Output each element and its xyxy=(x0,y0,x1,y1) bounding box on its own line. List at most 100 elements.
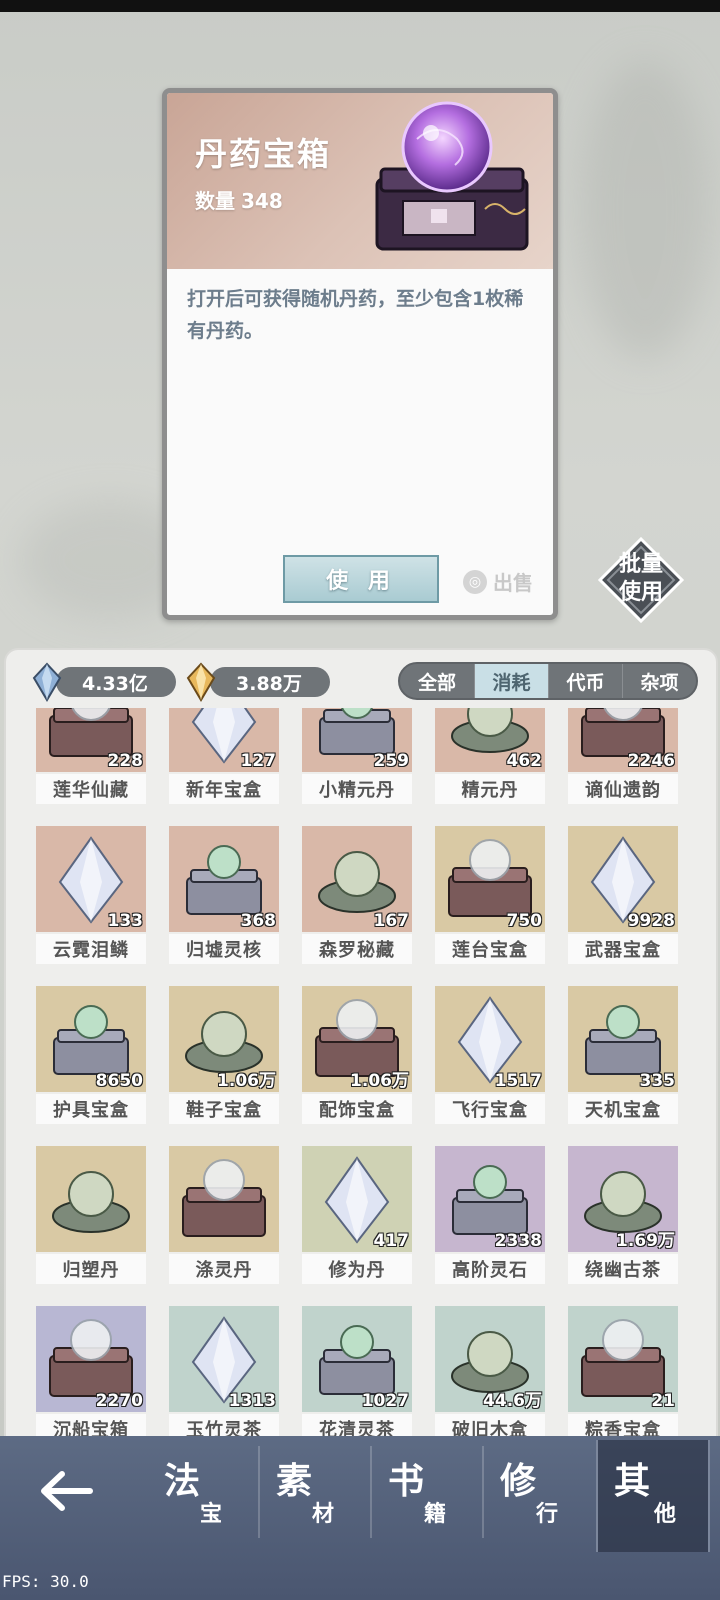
item-slot[interactable]: 259 小精元丹 xyxy=(302,708,412,804)
background-ink-wash xyxy=(580,60,710,360)
nav-tab-big: 修 xyxy=(500,1461,537,1502)
item-slot[interactable]: 1.06万 鞋子宝盒 xyxy=(169,986,279,1124)
item-slot[interactable]: 2246 谪仙遗韵 xyxy=(568,708,678,804)
nav-divider xyxy=(370,1446,372,1538)
batch-use-button[interactable]: 批量 使用 xyxy=(598,537,684,623)
item-slot[interactable]: 127 新年宝盒 xyxy=(169,708,279,804)
nav-tab-small: 行 xyxy=(536,1502,559,1527)
item-image: 44.6万 xyxy=(435,1306,545,1412)
currency-value: 4.33亿 xyxy=(56,667,176,697)
filter-tabs: 全部 消耗 代币 杂项 xyxy=(398,662,698,700)
item-slot[interactable]: 228 莲华仙藏 xyxy=(36,708,146,804)
item-count: 9928 xyxy=(627,911,675,931)
item-image: 127 xyxy=(169,708,279,772)
nav-tab-small: 材 xyxy=(312,1502,335,1527)
sell-button[interactable]: ◎ 出售 xyxy=(463,567,533,596)
item-slot[interactable]: 750 莲台宝盒 xyxy=(435,826,545,964)
item-slot[interactable]: 8650 护具宝盒 xyxy=(36,986,146,1124)
item-slot[interactable]: 462 精元丹 xyxy=(435,708,545,804)
item-grid: 228 莲华仙藏 127 新年宝盒 259 小精元丹 462 精元丹 2246 谪仙遗韵 133 云霓… xyxy=(36,708,678,1436)
item-count: 417 xyxy=(373,1231,410,1251)
item-image: 417 xyxy=(302,1146,412,1252)
item-slot[interactable]: 368 归墟灵核 xyxy=(169,826,279,964)
item-slot[interactable]: 133 云霓泪鳞 xyxy=(36,826,146,964)
item-slot[interactable]: 归塑丹 xyxy=(36,1146,146,1284)
item-count: 1.06万 xyxy=(217,1071,276,1091)
item-slot[interactable]: 2270 沉船宝箱 xyxy=(36,1306,146,1436)
item-image: 167 xyxy=(302,826,412,932)
nav-tab-other[interactable]: 其 他 xyxy=(596,1440,710,1552)
green-orb-box-icon xyxy=(182,1159,266,1237)
item-image: 335 xyxy=(568,986,678,1092)
item-image: 21 xyxy=(568,1306,678,1412)
item-count: 2246 xyxy=(627,751,675,771)
item-grid-scroll[interactable]: 228 莲华仙藏 127 新年宝盒 259 小精元丹 462 精元丹 2246 谪仙遗韵 133 云霓… xyxy=(6,708,716,1436)
item-count: 8650 xyxy=(95,1071,143,1091)
item-image: 1.06万 xyxy=(169,986,279,1092)
item-name: 谪仙遗韵 xyxy=(568,774,678,804)
nav-tab-cultivation[interactable]: 修 行 xyxy=(500,1440,610,1552)
item-slot[interactable]: 1.69万绕幽古茶 xyxy=(568,1146,678,1284)
item-quantity: 数量 348 xyxy=(195,185,289,214)
item-slot[interactable]: 1027 花清灵茶 xyxy=(302,1306,412,1436)
quantity-value: 348 xyxy=(241,189,283,213)
tab-currency[interactable]: 代币 xyxy=(548,664,622,698)
item-slot[interactable]: 335 天机宝盒 xyxy=(568,986,678,1124)
item-image: 2270 xyxy=(36,1306,146,1412)
item-name: 涤灵丹 xyxy=(169,1254,279,1284)
item-count: 1027 xyxy=(361,1391,409,1411)
item-slot[interactable]: 2338 高阶灵石 xyxy=(435,1146,545,1284)
currency-spirit-crystal: 4.33亿 xyxy=(32,662,176,702)
item-name: 破旧木盒 xyxy=(435,1414,545,1436)
back-arrow-icon[interactable] xyxy=(36,1466,96,1516)
nav-tab-small: 他 xyxy=(654,1502,677,1527)
item-name: 莲台宝盒 xyxy=(435,934,545,964)
item-image: 1.69万 xyxy=(568,1146,678,1252)
item-image: 1313 xyxy=(169,1306,279,1412)
use-button[interactable]: 使 用 xyxy=(283,555,439,603)
item-detail-card: 丹药宝箱 数量 348 打开后可获得随机丹药，至少包含1枚稀有丹药。 使 用 ◎… xyxy=(162,88,558,620)
item-slot[interactable]: 9928 武器宝盒 xyxy=(568,826,678,964)
item-image: 750 xyxy=(435,826,545,932)
item-slot[interactable]: 167 森罗秘藏 xyxy=(302,826,412,964)
batch-use-line1: 批量 xyxy=(618,552,663,577)
quantity-label: 数量 xyxy=(195,189,235,213)
currency-gold-crystal: 3.88万 xyxy=(186,662,330,702)
item-name: 沉船宝箱 xyxy=(36,1414,146,1436)
blue-crystal-icon xyxy=(32,662,62,702)
item-name: 高阶灵石 xyxy=(435,1254,545,1284)
item-name: 绕幽古茶 xyxy=(568,1254,678,1284)
tab-misc[interactable]: 杂项 xyxy=(622,664,696,698)
status-bar xyxy=(0,0,720,12)
currency-value: 3.88万 xyxy=(210,667,330,697)
bottom-nav: 法 宝 素 材 书 籍 修 行 其 他 xyxy=(0,1436,720,1600)
item-name: 修为丹 xyxy=(302,1254,412,1284)
nav-divider xyxy=(258,1446,260,1538)
fps-counter: FPS: 30.0 xyxy=(2,1572,89,1591)
item-slot[interactable]: 417 修为丹 xyxy=(302,1146,412,1284)
item-slot[interactable]: 21 粽香宝盒 xyxy=(568,1306,678,1436)
item-name: 配饰宝盒 xyxy=(302,1094,412,1124)
sell-label: 出售 xyxy=(493,571,533,595)
item-count: 259 xyxy=(373,751,410,771)
item-image: 2246 xyxy=(568,708,678,772)
tab-consumable[interactable]: 消耗 xyxy=(474,664,548,698)
item-name: 护具宝盒 xyxy=(36,1094,146,1124)
item-name: 归墟灵核 xyxy=(169,934,279,964)
tab-all[interactable]: 全部 xyxy=(400,664,474,698)
item-name: 归塑丹 xyxy=(36,1254,146,1284)
item-name: 武器宝盒 xyxy=(568,934,678,964)
item-name: 森罗秘藏 xyxy=(302,934,412,964)
item-image: 9928 xyxy=(568,826,678,932)
item-slot[interactable]: 44.6万 破旧木盒 xyxy=(435,1306,545,1436)
nav-tab-small: 宝 xyxy=(200,1502,223,1527)
item-count: 133 xyxy=(107,911,144,931)
item-slot[interactable]: 1.06万 配饰宝盒 xyxy=(302,986,412,1124)
item-slot[interactable]: 1313 玉竹灵茶 xyxy=(169,1306,279,1436)
item-count: 1517 xyxy=(494,1071,542,1091)
item-slot[interactable]: 1517 飞行宝盒 xyxy=(435,986,545,1124)
item-image: 368 xyxy=(169,826,279,932)
item-slot[interactable]: 涤灵丹 xyxy=(169,1146,279,1284)
item-count: 1.69万 xyxy=(616,1231,675,1251)
item-count: 462 xyxy=(506,751,543,771)
